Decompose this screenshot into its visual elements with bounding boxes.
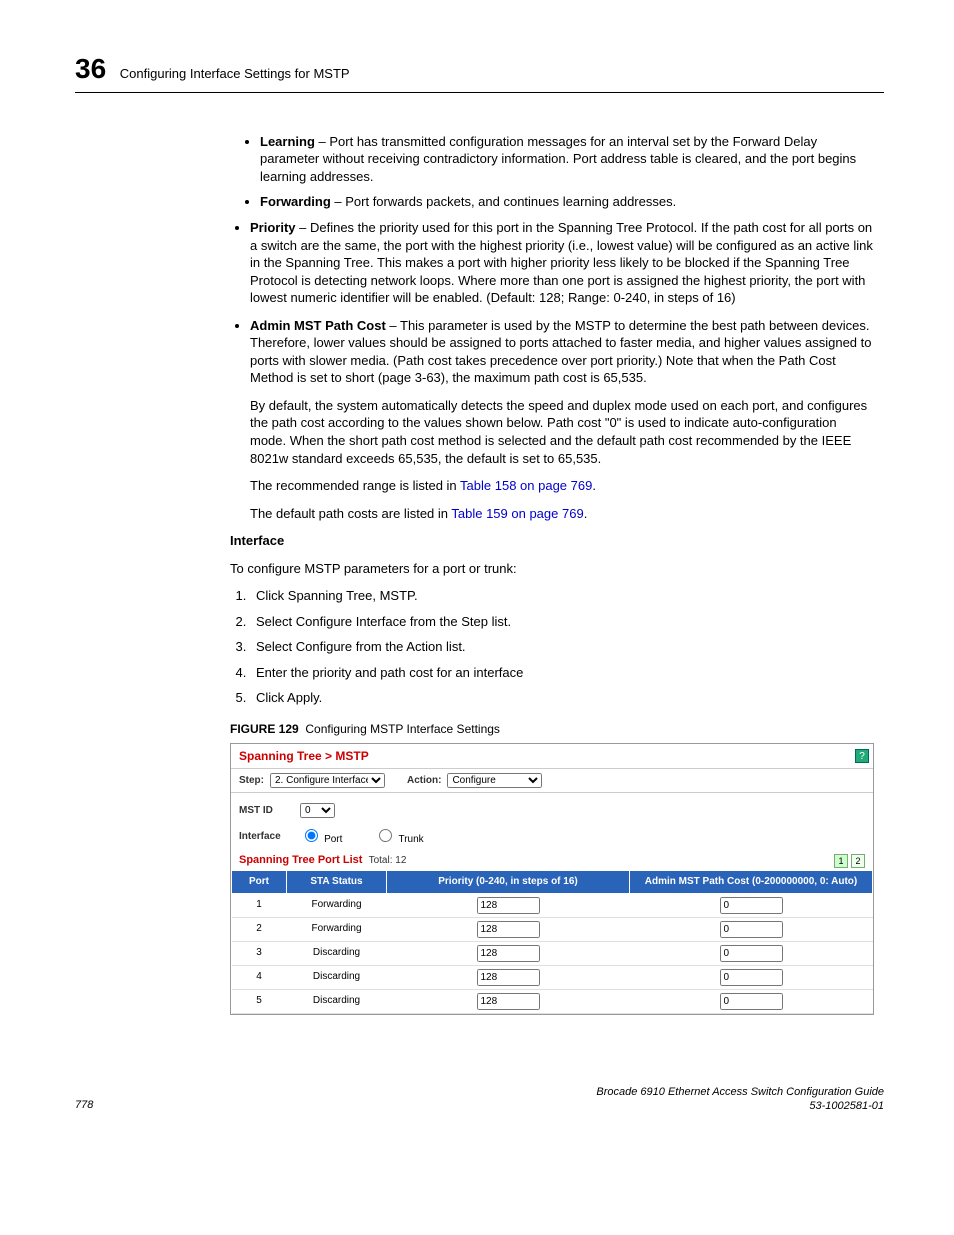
priority-label: Priority (250, 220, 296, 235)
priority-input[interactable] (477, 993, 540, 1010)
step-label: Step: (239, 774, 264, 788)
priority-input[interactable] (477, 921, 540, 938)
forwarding-text: – Port forwards packets, and continues l… (331, 194, 676, 209)
cost-input[interactable] (720, 945, 783, 962)
def-cost-line: The default path costs are listed in Tab… (250, 505, 874, 523)
rec-range-line: The recommended range is listed in Table… (250, 477, 874, 495)
portlist-title: Spanning Tree Port List (239, 854, 362, 866)
cell-cost (630, 893, 873, 917)
cell-priority (387, 941, 630, 965)
cell-port: 2 (232, 917, 287, 941)
figure-ui: Spanning Tree > MSTP ? Step: 2. Configur… (230, 743, 874, 1014)
cell-priority (387, 989, 630, 1013)
page-header: 36 Configuring Interface Settings for MS… (75, 50, 884, 93)
bullet-admin: Admin MST Path Cost – This parameter is … (250, 317, 874, 522)
table-row: 4Discarding (232, 965, 873, 989)
priority-input[interactable] (477, 945, 540, 962)
cell-sta: Discarding (287, 941, 387, 965)
interface-label: Interface (239, 830, 294, 844)
step-1: Click Spanning Tree, MSTP. (250, 587, 874, 605)
table-row: 1Forwarding (232, 893, 873, 917)
cell-cost (630, 989, 873, 1013)
admin-para2: By default, the system automatically det… (250, 397, 874, 467)
cost-input[interactable] (720, 993, 783, 1010)
figure-number: FIGURE 129 (230, 722, 299, 736)
cost-input[interactable] (720, 969, 783, 986)
th-port: Port (232, 871, 287, 894)
forwarding-label: Forwarding (260, 194, 331, 209)
bullet-forwarding: Forwarding – Port forwards packets, and … (260, 193, 874, 211)
cell-port: 4 (232, 965, 287, 989)
cell-sta: Forwarding (287, 917, 387, 941)
interface-steps: Click Spanning Tree, MSTP. Select Config… (230, 587, 874, 707)
footer-book: Brocade 6910 Ethernet Access Switch Conf… (596, 1086, 884, 1098)
chapter-title: Configuring Interface Settings for MSTP (120, 66, 350, 81)
cell-sta: Discarding (287, 965, 387, 989)
table-row: 5Discarding (232, 989, 873, 1013)
admin-label: Admin MST Path Cost (250, 318, 386, 333)
mstid-select[interactable]: 0 (300, 803, 335, 818)
trunk-radio[interactable] (379, 829, 392, 842)
step-select[interactable]: 2. Configure Interface (270, 773, 385, 788)
mstid-label: MST ID (239, 804, 294, 818)
table-row: 2Forwarding (232, 917, 873, 941)
cell-priority (387, 965, 630, 989)
interface-intro: To configure MSTP parameters for a port … (230, 560, 874, 578)
priority-input[interactable] (477, 897, 540, 914)
trunk-radio-label[interactable]: Trunk (374, 826, 423, 847)
bullet-learning: Learning – Port has transmitted configur… (260, 133, 874, 186)
table-row: 3Discarding (232, 941, 873, 965)
cell-cost (630, 917, 873, 941)
cell-sta: Discarding (287, 989, 387, 1013)
cost-input[interactable] (720, 921, 783, 938)
cell-port: 3 (232, 941, 287, 965)
th-priority: Priority (0-240, in steps of 16) (387, 871, 630, 894)
th-cost: Admin MST Path Cost (0-200000000, 0: Aut… (630, 871, 873, 894)
def-cost-pre: The default path costs are listed in (250, 506, 451, 521)
cell-port: 1 (232, 893, 287, 917)
cell-port: 5 (232, 989, 287, 1013)
rec-range-link[interactable]: Table 158 on page 769 (460, 478, 592, 493)
page-icon-2[interactable]: 2 (851, 854, 865, 868)
portlist-total: Total: 12 (369, 855, 407, 866)
learning-label: Learning (260, 134, 315, 149)
body-content: Learning – Port has transmitted configur… (230, 133, 874, 522)
cell-priority (387, 893, 630, 917)
figure-caption: FIGURE 129 Configuring MSTP Interface Se… (230, 721, 874, 737)
cell-cost (630, 965, 873, 989)
step-4: Enter the priority and path cost for an … (250, 664, 874, 682)
interface-heading: Interface (230, 532, 874, 550)
port-radio[interactable] (305, 829, 318, 842)
action-label: Action: (407, 774, 441, 788)
page-number: 778 (75, 1098, 93, 1113)
chapter-number: 36 (75, 50, 106, 88)
def-cost-link[interactable]: Table 159 on page 769 (451, 506, 583, 521)
bullet-priority: Priority – Defines the priority used for… (250, 219, 874, 307)
figure-caption-text: Configuring MSTP Interface Settings (305, 722, 500, 736)
page-icon-1[interactable]: 1 (834, 854, 848, 868)
cell-cost (630, 941, 873, 965)
action-select[interactable]: Configure (447, 773, 542, 788)
th-sta: STA Status (287, 871, 387, 894)
rec-range-pre: The recommended range is listed in (250, 478, 460, 493)
priority-text: – Defines the priority used for this por… (250, 220, 873, 305)
priority-input[interactable] (477, 969, 540, 986)
page-footer: 778 Brocade 6910 Ethernet Access Switch … (75, 1085, 884, 1114)
figure-title: Spanning Tree > MSTP (239, 748, 369, 764)
step-5: Click Apply. (250, 689, 874, 707)
ports-table: Port STA Status Priority (0-240, in step… (231, 870, 873, 1014)
cell-priority (387, 917, 630, 941)
step-3: Select Configure from the Action list. (250, 638, 874, 656)
footer-docid: 53-1002581-01 (809, 1100, 884, 1112)
learning-text: – Port has transmitted configuration mes… (260, 134, 856, 184)
port-radio-label[interactable]: Port (300, 826, 342, 847)
help-icon[interactable]: ? (855, 749, 869, 763)
step-2: Select Configure Interface from the Step… (250, 613, 874, 631)
cell-sta: Forwarding (287, 893, 387, 917)
cost-input[interactable] (720, 897, 783, 914)
